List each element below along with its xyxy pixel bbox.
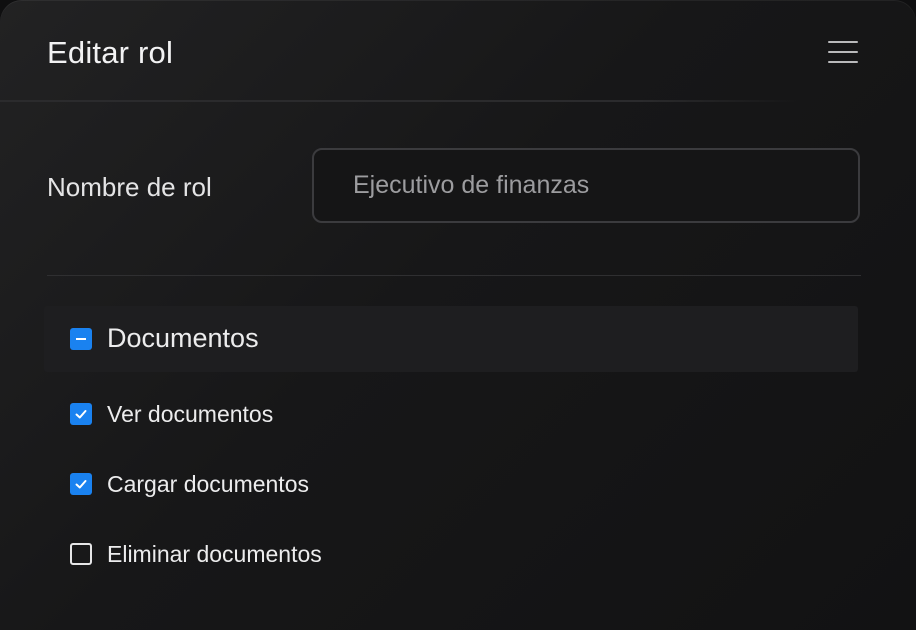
- permission-item-label: Ver documentos: [107, 401, 274, 427]
- menu-icon[interactable]: [826, 38, 860, 66]
- permission-group-label: Documentos: [107, 323, 259, 353]
- checkbox-cargar-documentos[interactable]: [70, 473, 92, 495]
- role-name-input[interactable]: [312, 148, 860, 223]
- check-icon: [75, 480, 87, 489]
- menu-icon-line: [828, 41, 858, 43]
- permission-item-label: Eliminar documentos: [107, 541, 322, 567]
- permission-item-label: Cargar documentos: [107, 471, 309, 497]
- menu-icon-line: [828, 61, 858, 63]
- menu-icon-line: [828, 51, 858, 53]
- page-title: Editar rol: [47, 35, 174, 70]
- minus-icon: [76, 338, 86, 340]
- group-checkbox-indeterminate[interactable]: [70, 328, 92, 350]
- check-icon: [75, 410, 87, 419]
- role-name-label: Nombre de rol: [47, 172, 212, 202]
- checkbox-ver-documentos[interactable]: [70, 403, 92, 425]
- checkbox-eliminar-documentos[interactable]: [70, 543, 92, 565]
- edit-role-panel: Editar rol Nombre de rol Documentos Ver …: [0, 0, 916, 630]
- header-divider: [0, 100, 800, 102]
- section-divider: [47, 275, 861, 276]
- panel-header: Editar rol: [0, 0, 916, 102]
